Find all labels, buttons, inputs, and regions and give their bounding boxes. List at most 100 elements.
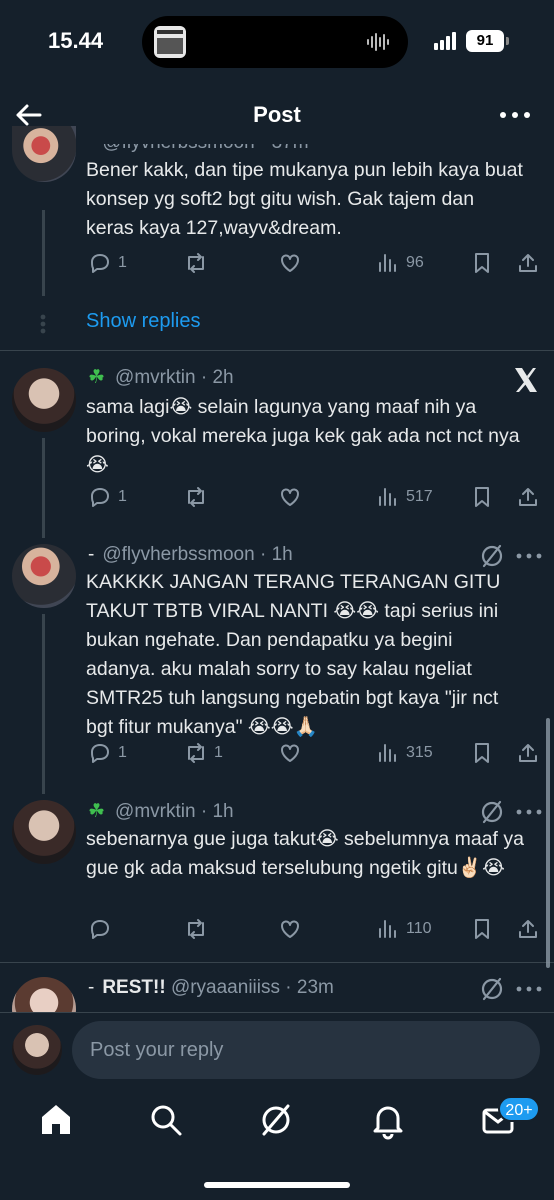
- views-count: 110: [406, 920, 432, 937]
- repost-action[interactable]: [184, 914, 208, 944]
- tweet-author-line: - @flyvherbssmoon · 1h: [88, 544, 293, 565]
- views-icon: [379, 920, 396, 938]
- like-action[interactable]: [278, 738, 302, 768]
- tweet-text: Bener kakk, dan tipe mukanya pun lebih k…: [86, 159, 523, 239]
- more-options-icon[interactable]: [514, 975, 544, 1003]
- avatar[interactable]: [12, 368, 76, 432]
- reply-input[interactable]: [72, 1021, 540, 1079]
- bookmark-icon: [475, 743, 489, 763]
- views-icon: [379, 488, 396, 506]
- avatar[interactable]: [12, 126, 76, 182]
- share-action[interactable]: [516, 248, 540, 278]
- reply-action[interactable]: 1: [88, 482, 127, 512]
- share-action[interactable]: [516, 738, 540, 768]
- bookmark-action[interactable]: [470, 482, 494, 512]
- separator-dot: ·: [285, 977, 292, 998]
- separator-dot: ·: [200, 801, 208, 822]
- reply-icon: [91, 920, 109, 939]
- reply-icon: [91, 488, 109, 507]
- repost-action[interactable]: [184, 248, 208, 278]
- views-count: 315: [406, 744, 433, 761]
- heart-icon: [281, 488, 299, 506]
- display-name[interactable]: REST!!: [102, 977, 165, 998]
- search-icon[interactable]: [146, 1100, 186, 1140]
- tweet-actions: 1 96: [0, 248, 554, 278]
- author-handle[interactable]: @ryaaaniiiss: [171, 977, 280, 998]
- repost-action[interactable]: 1: [184, 738, 223, 768]
- like-action[interactable]: [278, 248, 302, 278]
- tweet-actions: 1 1 315: [0, 738, 554, 768]
- like-action[interactable]: [278, 914, 302, 944]
- repost-icon: [188, 253, 204, 273]
- views-action[interactable]: 315: [376, 738, 433, 768]
- reply-tweet[interactable]: - @flyvherbssmoon · 37m Bener kakk, dan t…: [0, 0, 554, 350]
- grok-icon[interactable]: [256, 1100, 296, 1140]
- avatar[interactable]: [12, 544, 76, 608]
- show-replies-link[interactable]: Show replies: [86, 310, 201, 333]
- reply-tweet[interactable]: ☘︎ @mvrktin · 1h sebenarnya gue juga taku…: [0, 788, 554, 960]
- more-options-icon[interactable]: [514, 542, 544, 570]
- repost-icon: [188, 743, 204, 763]
- tweet-author-line: ☘︎ @mvrktin · 2h: [88, 366, 234, 389]
- notifications-bell-icon[interactable]: [368, 1100, 408, 1140]
- bookmark-icon: [475, 919, 489, 939]
- repost-icon: [188, 919, 204, 939]
- bookmark-icon: [475, 487, 489, 507]
- heart-icon: [281, 744, 299, 762]
- home-icon[interactable]: [36, 1100, 76, 1140]
- tweet-text: sebenarnya gue juga takut😭 sebelumnya ma…: [86, 828, 524, 879]
- author-handle[interactable]: @mvrktin: [115, 801, 196, 822]
- views-action[interactable]: 96: [376, 248, 424, 278]
- reply-tweet[interactable]: ☘︎ @mvrktin · 2h sama lagi😭 selain laguny…: [0, 350, 554, 538]
- tweet-time: 1h: [212, 801, 234, 822]
- grok-icon[interactable]: [478, 975, 506, 1003]
- author-handle[interactable]: @flyvherbssmoon: [102, 544, 254, 565]
- repost-count: 1: [214, 744, 223, 761]
- tweet-time: 1h: [271, 544, 293, 565]
- tweet-time: 37m: [271, 132, 309, 153]
- avatar[interactable]: [12, 977, 76, 1013]
- author-handle[interactable]: @flyvherbssmoon: [102, 144, 254, 153]
- avatar[interactable]: [12, 800, 76, 864]
- separator-dot: ·: [200, 367, 208, 388]
- grok-icon[interactable]: [478, 542, 506, 570]
- bookmark-action[interactable]: [470, 248, 494, 278]
- reply-icon: [91, 254, 109, 273]
- reply-action[interactable]: [88, 914, 112, 944]
- separator-dot: ·: [259, 132, 267, 153]
- reply-tweet[interactable]: - REST!! @ryaaaniiiss · 23m: [0, 963, 554, 1013]
- tweet-time: 2h: [212, 367, 234, 388]
- reply-bar: [0, 1012, 554, 1088]
- heart-icon: [281, 920, 299, 938]
- tweet-actions: 110: [0, 914, 554, 944]
- reply-tweet[interactable]: - @flyvherbssmoon · 1h KAKKKK JANGAN TERA…: [0, 530, 554, 794]
- thread-continue-dots: [40, 314, 46, 334]
- tweet-author-line: - REST!! @ryaaaniiiss · 23m: [88, 977, 334, 998]
- x-logo-icon: [515, 368, 537, 392]
- views-action[interactable]: 110: [376, 914, 432, 944]
- repost-icon: [188, 487, 204, 507]
- share-action[interactable]: [516, 914, 540, 944]
- grok-icon[interactable]: [478, 798, 506, 826]
- share-action[interactable]: [516, 482, 540, 512]
- like-action[interactable]: [278, 482, 302, 512]
- more-options-icon[interactable]: [514, 798, 544, 826]
- tweet-text: sama lagi😭 selain lagunya yang maaf nih …: [86, 396, 520, 476]
- reply-icon: [91, 744, 109, 763]
- scrollbar[interactable]: [546, 718, 550, 968]
- repost-action[interactable]: [184, 482, 208, 512]
- share-icon: [519, 488, 537, 506]
- tweet-time: 23m: [296, 977, 334, 998]
- bookmark-action[interactable]: [470, 738, 494, 768]
- author-handle[interactable]: @mvrktin: [115, 367, 196, 388]
- reply-count: 1: [118, 254, 127, 271]
- current-user-avatar: [12, 1025, 62, 1075]
- views-action[interactable]: 517: [376, 482, 433, 512]
- reply-action[interactable]: 1: [88, 248, 127, 278]
- reply-action[interactable]: 1: [88, 738, 127, 768]
- bookmark-action[interactable]: [470, 914, 494, 944]
- views-count: 96: [406, 254, 424, 271]
- views-count: 517: [406, 488, 433, 505]
- clover-emoji: ☘︎: [88, 801, 106, 822]
- tweet-actions: 1 517: [0, 482, 554, 512]
